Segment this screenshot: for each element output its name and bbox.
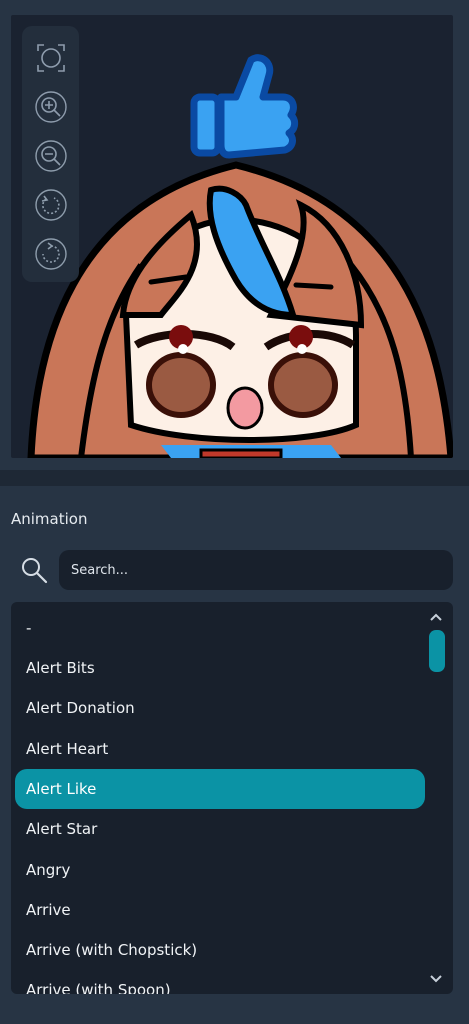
list-item[interactable]: Alert Star — [15, 809, 425, 849]
view-toolbar — [22, 26, 79, 282]
search-input[interactable] — [59, 561, 433, 579]
list-item-label: Arrive (with Chopstick) — [26, 941, 198, 959]
reset-icon — [35, 238, 67, 270]
scroll-up-button[interactable] — [428, 610, 444, 624]
zoom-in-button[interactable] — [33, 89, 69, 125]
list-item[interactable]: Alert Donation — [15, 688, 425, 728]
panel-divider — [0, 470, 469, 486]
list-item[interactable]: Arrive (with Chopstick) — [15, 930, 425, 970]
zoom-out-icon — [35, 140, 67, 172]
list-item-label: Angry — [26, 861, 71, 879]
search-field[interactable] — [59, 550, 453, 590]
list-item[interactable]: Arrive — [15, 890, 425, 930]
list-item-label: Arrive (with Spoon) — [26, 981, 171, 994]
list-item[interactable]: Alert Heart — [15, 729, 425, 769]
chevron-up-icon — [430, 613, 442, 621]
scroll-down-button[interactable] — [428, 972, 444, 986]
list-item-label: Alert Bits — [26, 659, 95, 677]
list-item-label: Alert Donation — [26, 699, 135, 717]
list-item-selected[interactable]: Alert Like — [15, 769, 425, 809]
rotate-left-button[interactable] — [33, 187, 69, 223]
animation-section-label: Animation — [11, 510, 88, 528]
character-preview[interactable] — [11, 15, 453, 458]
list-item[interactable]: Alert Bits — [15, 648, 425, 688]
rotate-left-icon — [35, 189, 67, 221]
list-item-label: Alert Star — [26, 820, 98, 838]
thumbs-up-icon — [190, 54, 299, 159]
list-item[interactable]: Arrive (with Spoon) — [15, 970, 425, 994]
zoom-in-icon — [35, 91, 67, 123]
fit-view-icon — [37, 44, 65, 72]
list-item-label: - — [26, 619, 32, 637]
scrollbar-thumb[interactable] — [429, 630, 445, 672]
zoom-out-button[interactable] — [33, 138, 69, 174]
search-icon — [22, 558, 48, 584]
chevron-down-icon — [430, 975, 442, 983]
list-item[interactable]: Angry — [15, 850, 425, 890]
list-item-label: Arrive — [26, 901, 71, 919]
list-item-label: Alert Like — [26, 780, 97, 798]
fit-view-button[interactable] — [33, 40, 69, 76]
list-item-label: Alert Heart — [26, 740, 109, 758]
reset-view-button[interactable] — [33, 236, 69, 272]
list-item[interactable]: - — [15, 608, 425, 648]
animation-list[interactable]: - Alert Bits Alert Donation Alert Heart … — [11, 602, 453, 994]
